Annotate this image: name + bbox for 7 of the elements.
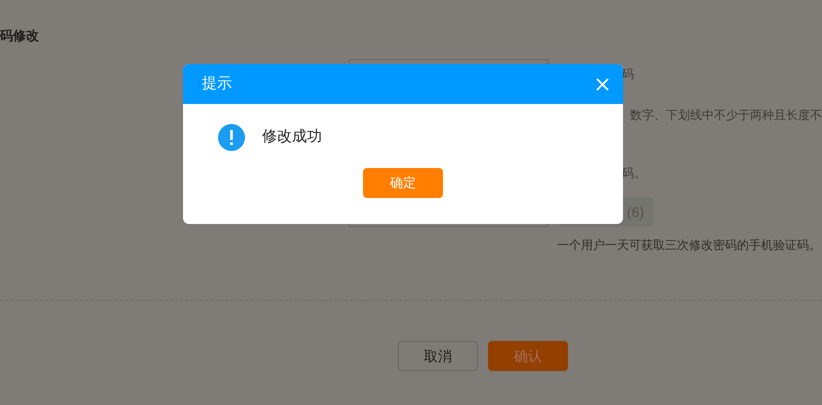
hint-text: 数字、下划线中不少于两种且长度不 bbox=[630, 107, 822, 124]
dialog-message: 修改成功 bbox=[262, 127, 322, 148]
sms-note: 一个用户一天可获取三次修改密码的手机验证码。 bbox=[557, 237, 821, 254]
section-title: 码修改 bbox=[0, 27, 39, 45]
hint-text: 码。 bbox=[622, 165, 646, 182]
hint-text: 码 bbox=[622, 66, 634, 83]
dialog-title: 提示 bbox=[202, 74, 232, 94]
